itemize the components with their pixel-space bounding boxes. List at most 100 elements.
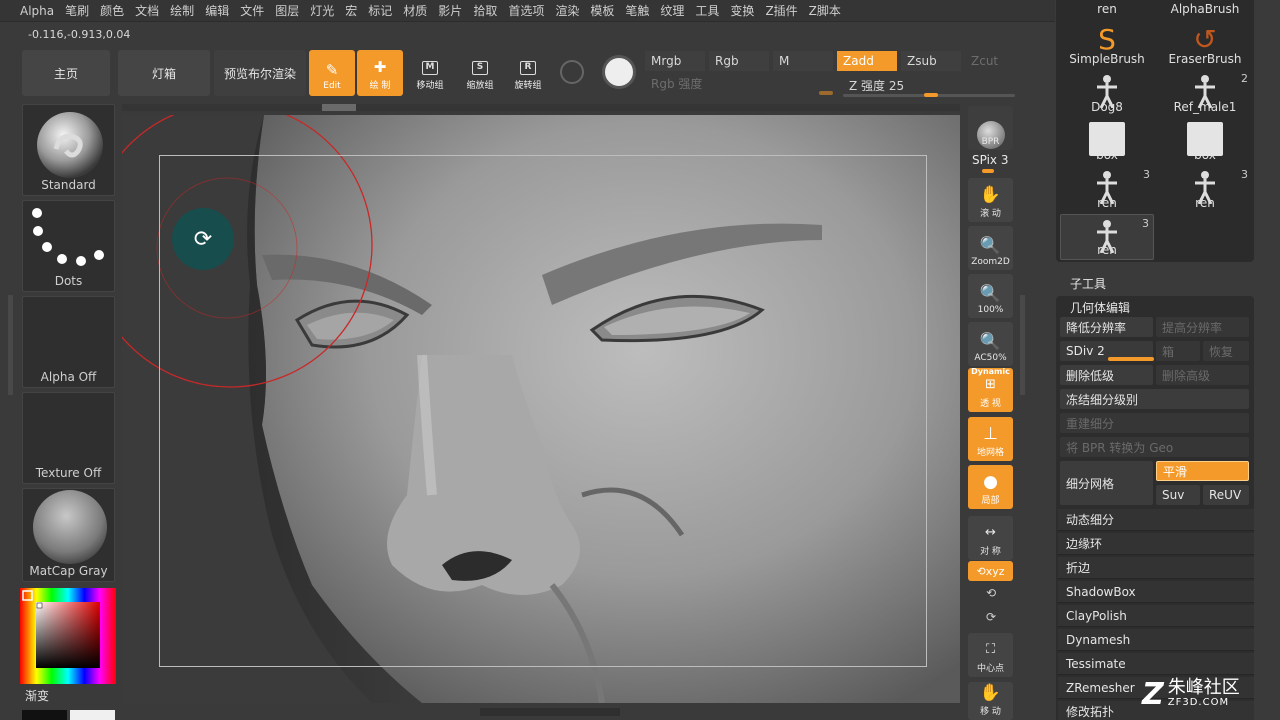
rgb-button[interactable]: Rgb	[709, 51, 769, 71]
viewport-canvas[interactable]	[122, 115, 960, 703]
geometry-header[interactable]: 几何体编辑	[1056, 296, 1254, 318]
document-scrollbar[interactable]	[122, 104, 960, 111]
geometry-subpanel[interactable]: Tessimate	[1058, 653, 1254, 675]
bpr-preview-button[interactable]: 预览布尔渲染	[214, 50, 306, 96]
geometry-subpanel[interactable]: Dynamesh	[1058, 629, 1254, 651]
tool-thumbnail[interactable]: 2 Ref_male1	[1158, 70, 1252, 116]
menu-item[interactable]: 标记	[364, 2, 396, 19]
menu-item[interactable]: Alpha	[16, 4, 58, 18]
menu-item[interactable]: Z插件	[761, 2, 801, 19]
menu-item[interactable]: 图层	[271, 2, 303, 19]
floor-grid-button[interactable]: ⊥ 地网格	[968, 417, 1013, 461]
geometry-subpanel[interactable]: 边缘环	[1058, 533, 1254, 555]
material-sphere-icon[interactable]	[602, 55, 636, 89]
local-button[interactable]: ● 局部	[968, 465, 1013, 509]
scale-button[interactable]: S 缩放组	[457, 50, 503, 96]
rgb-intensity-slider[interactable]: Rgb 强度	[645, 73, 835, 93]
divide-button[interactable]: 细分网格	[1060, 461, 1153, 505]
smooth-toggle[interactable]: 平滑	[1156, 461, 1249, 481]
draw-button[interactable]: ✚ 绘 制	[357, 50, 403, 96]
menu-item[interactable]: 编辑	[201, 2, 233, 19]
geometry-subpanel[interactable]: ShadowBox	[1058, 581, 1254, 603]
menu-item[interactable]: 材质	[399, 2, 431, 19]
ac50-button[interactable]: 🔍 AC50%	[968, 322, 1013, 366]
document-scroll-thumb[interactable]	[322, 104, 356, 111]
z-intensity-slider[interactable]: Z 强度 25	[843, 75, 1015, 95]
tool-thumbnail[interactable]: Dog8	[1060, 70, 1154, 116]
geometry-subpanel[interactable]: 动态细分	[1058, 509, 1254, 531]
tool-thumbnail[interactable]: ren	[1060, 0, 1154, 18]
rotate-button[interactable]: R 旋转组	[505, 50, 551, 96]
right-tray-grip[interactable]	[1020, 295, 1025, 395]
tool-thumbnail[interactable]: 3 ren	[1060, 166, 1154, 212]
spix-thumb[interactable]	[982, 169, 994, 173]
reconstruct-subdiv-button[interactable]: 重建细分	[1060, 413, 1249, 433]
bpr-to-geo-button[interactable]: 将 BPR 转换为 Geo	[1060, 437, 1249, 457]
z-intensity-thumb[interactable]	[924, 93, 938, 97]
move-view-button[interactable]: ✋ 移 动	[968, 682, 1013, 720]
y-rotate-icon[interactable]: ⟲	[980, 586, 1002, 600]
tool-thumbnail[interactable]: box	[1060, 118, 1154, 164]
menu-item[interactable]: 文件	[236, 2, 268, 19]
menu-item[interactable]: 拾取	[469, 2, 501, 19]
mrgb-button[interactable]: Mrgb	[645, 51, 705, 71]
home-button[interactable]: 主页	[22, 50, 110, 96]
symmetry-button[interactable]: ↔ 对 称	[968, 516, 1013, 560]
lower-res-button[interactable]: 降低分辨率	[1060, 317, 1153, 337]
menu-item[interactable]: 工具	[691, 2, 723, 19]
rgb-intensity-thumb[interactable]	[819, 91, 833, 95]
menu-item[interactable]: 影片	[434, 2, 466, 19]
main-color-swatch[interactable]	[22, 710, 67, 720]
polyframe-icon[interactable]	[560, 60, 584, 84]
xyz-rotate-button[interactable]: ⟲xyz	[968, 561, 1013, 581]
brush-slot[interactable]: Standard	[22, 104, 115, 196]
delete-higher-button[interactable]: 删除高级	[1156, 365, 1249, 385]
zsub-button[interactable]: Zsub	[901, 51, 961, 71]
lightbox-button[interactable]: 灯箱	[118, 50, 210, 96]
cage-button[interactable]: 箱	[1156, 341, 1200, 361]
tool-thumbnail[interactable]: ↺ EraserBrush	[1158, 22, 1252, 68]
freeze-subdivision-button[interactable]: 冻结细分级别	[1060, 389, 1249, 409]
tool-thumbnail[interactable]: box	[1158, 118, 1252, 164]
reuv-button[interactable]: ReUV	[1203, 485, 1249, 505]
color-picker[interactable]	[20, 588, 116, 686]
edit-button[interactable]: ✎ Edit	[309, 50, 355, 96]
bottom-tray-handle[interactable]	[480, 708, 620, 716]
subtool-header[interactable]: 子工具	[1056, 272, 1254, 294]
menu-item[interactable]: 笔触	[621, 2, 653, 19]
geometry-subpanel[interactable]: 折边	[1058, 557, 1254, 579]
menu-item[interactable]: Z脚本	[805, 2, 845, 19]
secondary-color-swatch[interactable]	[70, 710, 115, 720]
menu-item[interactable]: 模板	[586, 2, 618, 19]
tool-thumbnail[interactable]: AlphaBrush	[1158, 0, 1252, 18]
move-button[interactable]: M 移动组	[407, 50, 453, 96]
menu-item[interactable]: 绘制	[166, 2, 198, 19]
stroke-slot[interactable]: Dots	[22, 200, 115, 292]
menu-item[interactable]: 渲染	[551, 2, 583, 19]
geometry-subpanel[interactable]: ClayPolish	[1058, 605, 1254, 627]
tool-thumbnail[interactable]: 3 ren	[1060, 214, 1154, 260]
menu-item[interactable]: 纹理	[656, 2, 688, 19]
delete-lower-button[interactable]: 删除低级	[1060, 365, 1153, 385]
tool-thumbnail[interactable]: S SimpleBrush	[1060, 22, 1154, 68]
zadd-button[interactable]: Zadd	[837, 51, 897, 71]
menu-item[interactable]: 首选项	[504, 2, 548, 19]
left-tray-grip[interactable]	[8, 295, 13, 395]
alpha-slot[interactable]: Alpha Off	[22, 296, 115, 388]
z-rotate-icon[interactable]: ⟳	[980, 610, 1002, 624]
center-point-button[interactable]: ⛶ 中心点	[968, 633, 1013, 677]
perspective-button[interactable]: Dynamic ⊞ 透 视	[968, 367, 1013, 412]
menu-item[interactable]: 颜色	[96, 2, 128, 19]
actual-size-button[interactable]: 🔍 100%	[968, 274, 1013, 318]
m-button[interactable]: M	[773, 51, 833, 71]
menu-item[interactable]: 变换	[726, 2, 758, 19]
menu-item[interactable]: 笔刷	[61, 2, 93, 19]
texture-slot[interactable]: Texture Off	[22, 392, 115, 484]
suv-toggle[interactable]: Suv	[1156, 485, 1200, 505]
higher-res-button[interactable]: 提高分辨率	[1156, 317, 1249, 337]
scroll-button[interactable]: ✋ 滚 动	[968, 178, 1013, 222]
spix-label[interactable]: SPix 3	[972, 153, 1008, 167]
bpr-button[interactable]: BPR	[968, 106, 1013, 150]
rotate-gizmo[interactable]: ⟳	[172, 208, 234, 270]
zoom2d-button[interactable]: 🔍 Zoom2D	[968, 226, 1013, 270]
